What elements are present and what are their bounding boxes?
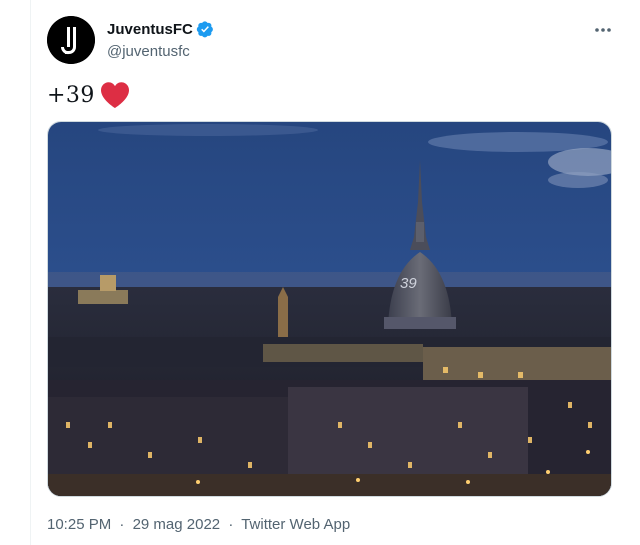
verified-badge-icon (196, 20, 214, 38)
tweet-photo[interactable]: 39 (47, 121, 612, 497)
tweet-date[interactable]: 29 mag 2022 (133, 516, 221, 533)
red-heart-icon (100, 81, 130, 109)
tweet[interactable]: JuventusFC @juventusfc +39 39 10:25 PM ·… (47, 0, 617, 545)
meta-separator: · (119, 516, 125, 533)
author-names: JuventusFC @juventusfc (107, 19, 214, 62)
timeline-divider (30, 0, 31, 545)
avatar[interactable] (47, 16, 95, 64)
meta-separator: · (228, 516, 234, 533)
tweet-text: +39 (47, 80, 130, 110)
author-handle[interactable]: @juventusfc (107, 42, 214, 62)
tweet-source[interactable]: Twitter Web App (241, 516, 350, 533)
display-name[interactable]: JuventusFC (107, 21, 193, 38)
tweet-header: JuventusFC @juventusfc (47, 16, 617, 64)
tweet-time[interactable]: 10:25 PM (47, 516, 111, 533)
tweet-metadata: 10:25 PM · 29 mag 2022 · Twitter Web App (47, 515, 350, 535)
dome-projection-text: 39 (400, 275, 417, 292)
more-options-icon[interactable] (592, 20, 614, 40)
tweet-text-content: +39 (47, 82, 95, 108)
juventus-logo-icon (47, 16, 95, 64)
